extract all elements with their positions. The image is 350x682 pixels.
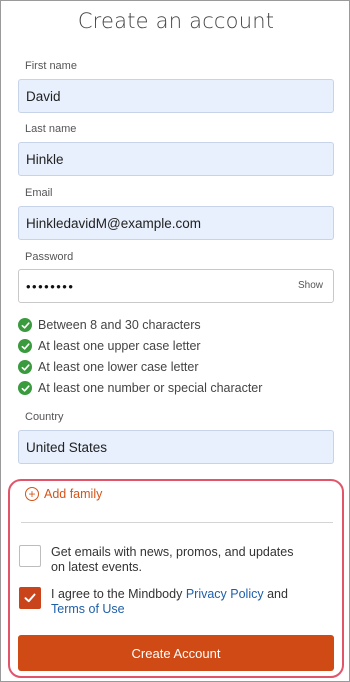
country-value: United States [26,439,108,455]
password-requirement: At least one upper case letter [18,338,201,354]
last-name-label: Last name [25,123,77,135]
email-field[interactable]: HinkledavidM@example.com [18,206,334,240]
add-family-label: Add family [44,487,103,501]
last-name-field[interactable]: Hinkle [18,142,334,176]
check-circle-icon [18,339,32,353]
first-name-field[interactable]: David [18,79,334,113]
first-name-value: David [26,88,61,104]
country-label: Country [25,411,64,423]
check-circle-icon [18,381,32,395]
requirement-text: At least one upper case letter [38,339,201,353]
page-title: Create an account [77,9,275,33]
check-circle-icon [18,360,32,374]
checkmark-icon [24,593,36,603]
signup-screen: Create an account First name David Last … [0,0,350,682]
marketing-checkbox[interactable] [19,545,41,567]
password-requirement: At least one number or special character [18,380,262,396]
password-requirement: Between 8 and 30 characters [18,317,201,333]
country-select[interactable]: United States [18,430,334,464]
terms-checkbox[interactable] [19,587,41,609]
add-family-button[interactable]: + Add family [25,487,102,501]
add-circle-icon: + [25,487,39,501]
last-name-value: Hinkle [26,151,64,167]
password-value: •••••••• [26,278,75,294]
first-name-label: First name [25,60,77,72]
check-circle-icon [18,318,32,332]
terms-middle: and [263,587,288,601]
terms-prefix: I agree to the Mindbody [51,587,186,601]
requirement-text: Between 8 and 30 characters [38,318,201,332]
email-value: HinkledavidM@example.com [26,215,202,231]
terms-consent-text: I agree to the Mindbody Privacy Policy a… [51,587,296,617]
password-label: Password [25,251,74,263]
email-label: Email [25,187,53,199]
password-field[interactable]: •••••••• Show [18,269,334,303]
requirement-text: At least one number or special character [38,381,263,395]
create-account-button[interactable]: Create Account [18,635,334,671]
marketing-consent-text: Get emails with news, promos, and update… [51,545,294,574]
requirement-text: At least one lower case letter [38,360,199,374]
divider [21,522,333,523]
password-requirement: At least one lower case letter [18,359,199,375]
terms-of-use-link[interactable]: Terms of Use [51,602,125,616]
privacy-policy-link[interactable]: Privacy Policy [186,587,264,601]
show-password-toggle[interactable]: Show [298,280,323,291]
